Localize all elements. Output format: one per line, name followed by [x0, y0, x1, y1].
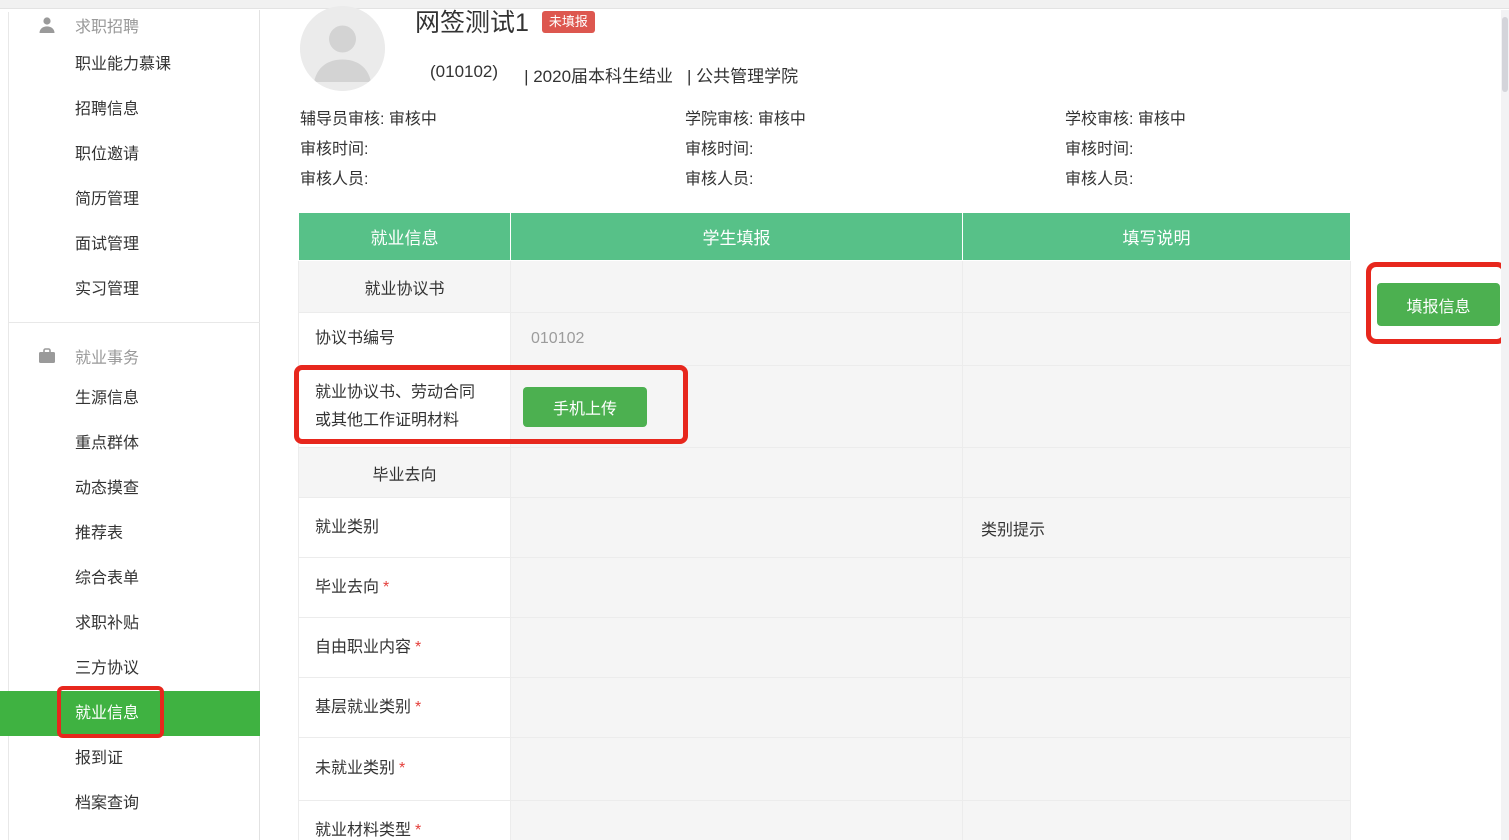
- sidebar-item-recruit-info[interactable]: 招聘信息: [0, 87, 260, 132]
- sidebar-item-mooc[interactable]: 职业能力慕课: [0, 42, 260, 87]
- required-mark: *: [415, 822, 421, 839]
- student-code: (010102): [430, 62, 498, 87]
- table-row: 自由职业内容*: [299, 618, 1351, 678]
- review-person-line: 审核人员:: [685, 165, 806, 195]
- sidebar-item-recommendation[interactable]: 推荐表: [0, 511, 260, 556]
- category-hint: 类别提示: [963, 498, 1351, 558]
- review-status-line: 学校审核: 审核中: [1065, 105, 1186, 135]
- header-employment-info: 就业信息: [299, 213, 511, 261]
- review-person-line: 审核人员:: [1065, 165, 1186, 195]
- sidebar-item-internship[interactable]: 实习管理: [0, 267, 260, 312]
- avatar: [300, 6, 385, 91]
- sidebar-section-title: 就业事务: [75, 344, 139, 368]
- table-row: 毕业去向: [299, 448, 1351, 498]
- row-label: 就业材料类型: [315, 822, 411, 839]
- table-row: 就业材料类型*: [299, 801, 1351, 840]
- status-badge: 未填报: [542, 11, 595, 33]
- college-review-status: 学院审核: 审核中 审核时间: 审核人员:: [685, 105, 806, 195]
- required-mark: *: [415, 639, 421, 656]
- sidebar-section-employment: 就业事务: [0, 344, 260, 368]
- table-header-row: 就业信息 学生填报 填写说明: [299, 213, 1351, 261]
- required-mark: *: [399, 760, 405, 777]
- sidebar-list-jobs: 职业能力慕课 招聘信息 职位邀请 简历管理 面试管理 实习管理: [0, 42, 260, 312]
- table-row: 毕业去向*: [299, 558, 1351, 618]
- table-row: 未就业类别*: [299, 738, 1351, 801]
- sidebar-item-origin-info[interactable]: 生源信息: [0, 376, 260, 421]
- sidebar-item-key-groups[interactable]: 重点群体: [0, 421, 260, 466]
- row-label: 毕业去向: [299, 448, 511, 498]
- counselor-review-status: 辅导员审核: 审核中 审核时间: 审核人员:: [300, 105, 437, 195]
- row-label: 就业协议书: [299, 261, 511, 313]
- header-student-fill: 学生填报: [511, 213, 963, 261]
- row-label: 就业协议书、劳动合同或其他工作证明材料: [299, 366, 511, 448]
- profile-subtitle: (010102) | 2020届本科生结业 | 公共管理学院: [430, 62, 798, 87]
- profile-title-row: 网签测试1 未填报: [415, 8, 595, 38]
- fill-report-button[interactable]: 填报信息: [1377, 283, 1500, 326]
- review-time-line: 审核时间:: [685, 135, 806, 165]
- sidebar-item-employment-info[interactable]: 就业信息: [0, 691, 260, 736]
- table-row: 就业类别 类别提示: [299, 498, 1351, 558]
- sidebar-item-interview[interactable]: 面试管理: [0, 222, 260, 267]
- row-label: 自由职业内容: [315, 639, 411, 656]
- sidebar-list-employment: 生源信息 重点群体 动态摸查 推荐表 综合表单 求职补贴 三方协议 就业信息 报…: [0, 376, 260, 826]
- sidebar-item-position-invite[interactable]: 职位邀请: [0, 132, 260, 177]
- review-time-line: 审核时间:: [300, 135, 437, 165]
- row-label: 基层就业类别: [315, 699, 411, 716]
- app-window: 求职招聘 职业能力慕课 招聘信息 职位邀请 简历管理 面试管理 实习管理 就业事…: [0, 0, 1509, 840]
- row-label: 未就业类别: [315, 760, 395, 777]
- school-review-status: 学校审核: 审核中 审核时间: 审核人员:: [1065, 105, 1186, 195]
- mobile-upload-button[interactable]: 手机上传: [523, 387, 647, 427]
- scrollbar-thumb[interactable]: [1502, 17, 1508, 92]
- top-strip: [0, 0, 1509, 9]
- row-label: 就业类别: [299, 498, 511, 558]
- page-scrollbar[interactable]: [1501, 10, 1509, 840]
- review-time-line: 审核时间:: [1065, 135, 1186, 165]
- review-status-line: 学院审核: 审核中: [685, 105, 806, 135]
- college-name: | 公共管理学院: [687, 62, 798, 87]
- employment-table: 就业信息 学生填报 填写说明 就业协议书 协议书编号 010102 就业协议书、…: [298, 212, 1350, 840]
- review-person-line: 审核人员:: [300, 165, 437, 195]
- table-row: 基层就业类别*: [299, 678, 1351, 738]
- sidebar-item-tripartite-agreement[interactable]: 三方协议: [0, 646, 260, 691]
- sidebar-item-resume[interactable]: 简历管理: [0, 177, 260, 222]
- sidebar-section-title: 求职招聘: [75, 13, 139, 37]
- row-label: 协议书编号: [299, 313, 511, 366]
- row-label: 毕业去向: [315, 579, 379, 596]
- sidebar: 求职招聘 职业能力慕课 招聘信息 职位邀请 简历管理 面试管理 实习管理 就业事…: [0, 10, 260, 840]
- sidebar-item-archive-query[interactable]: 档案查询: [0, 781, 260, 826]
- agreement-number-value: 010102: [531, 330, 584, 347]
- sidebar-section-jobs: 求职招聘: [0, 13, 260, 37]
- sidebar-item-job-subsidy[interactable]: 求职补贴: [0, 601, 260, 646]
- sidebar-item-comprehensive-form[interactable]: 综合表单: [0, 556, 260, 601]
- required-mark: *: [383, 579, 389, 596]
- briefcase-icon: [38, 347, 56, 365]
- graduation-batch: | 2020届本科生结业: [524, 62, 673, 87]
- review-status-line: 辅导员审核: 审核中: [300, 105, 437, 135]
- table-row: 就业协议书: [299, 261, 1351, 313]
- required-mark: *: [415, 699, 421, 716]
- table-row: 就业协议书、劳动合同或其他工作证明材料 手机上传: [299, 366, 1351, 448]
- table-row: 协议书编号 010102: [299, 313, 1351, 366]
- sidebar-item-dynamic-survey[interactable]: 动态摸查: [0, 466, 260, 511]
- sidebar-item-registration-card[interactable]: 报到证: [0, 736, 260, 781]
- user-icon: [38, 16, 56, 34]
- sidebar-divider: [8, 322, 260, 323]
- page-title: 网签测试1: [415, 8, 529, 38]
- header-fill-instructions: 填写说明: [963, 213, 1351, 261]
